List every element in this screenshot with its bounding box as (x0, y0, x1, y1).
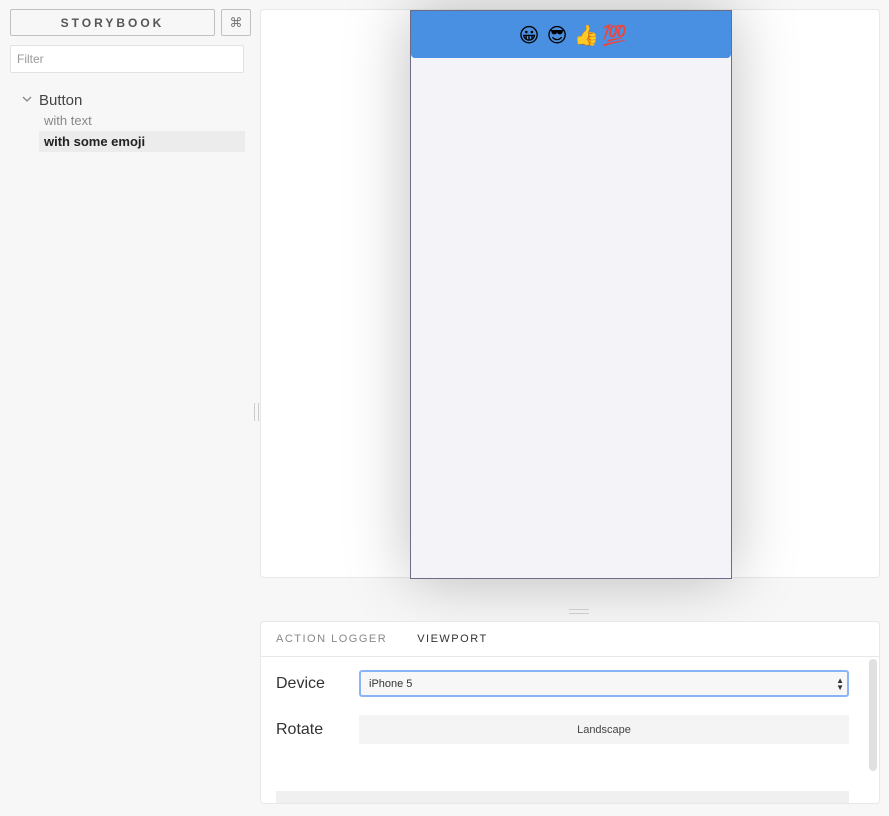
kind-label: Button (39, 91, 83, 109)
thumbs-up-emoji: 👍 (574, 22, 599, 47)
addons-panel: ACTION LOGGER VIEWPORT Device iPhone 5 ▲… (260, 621, 880, 804)
tab-action-logger[interactable]: ACTION LOGGER (276, 633, 387, 645)
sidebar-resize-handle[interactable] (254, 403, 259, 421)
rotate-label: Rotate (276, 720, 324, 738)
tab-viewport[interactable]: VIEWPORT (417, 633, 487, 645)
stories-tree: Button with text with some emoji (22, 90, 245, 152)
select-arrows-icon: ▲ ▼ (836, 675, 844, 692)
device-row: Device iPhone 5 ▲ ▼ (276, 670, 849, 697)
hundred-points-emoji: 💯 (602, 22, 627, 47)
sunglasses-face-emoji: 😎 (546, 22, 568, 47)
story-with-text[interactable]: with text (39, 110, 245, 131)
filter-input[interactable] (10, 45, 244, 73)
device-frame: 😀 😎 👍 💯 (410, 10, 732, 579)
device-select[interactable]: iPhone 5 ▲ ▼ (359, 670, 849, 697)
emoji-button[interactable]: 😀 😎 👍 💯 (411, 11, 731, 58)
chevron-down-icon (22, 94, 36, 106)
rotate-row: Rotate Landscape (276, 715, 849, 744)
story-with-some-emoji[interactable]: with some emoji (39, 131, 245, 152)
grinning-face-emoji: 😀 (518, 22, 540, 47)
storybook-title-button[interactable]: STORYBOOK (10, 9, 215, 36)
panel-resize-handle[interactable] (569, 609, 589, 614)
device-label: Device (276, 674, 325, 692)
shortcuts-button[interactable]: ⌘ (221, 9, 251, 36)
sidebar-header: STORYBOOK ⌘ (10, 9, 251, 36)
device-select-value: iPhone 5 (369, 677, 413, 690)
panel-scrollbar[interactable] (869, 659, 877, 771)
panel-footer-block (276, 791, 849, 803)
command-icon: ⌘ (229, 14, 243, 30)
addons-tabs: ACTION LOGGER VIEWPORT (261, 622, 879, 657)
landscape-button[interactable]: Landscape (359, 715, 849, 744)
kind-button[interactable]: Button (22, 90, 245, 110)
